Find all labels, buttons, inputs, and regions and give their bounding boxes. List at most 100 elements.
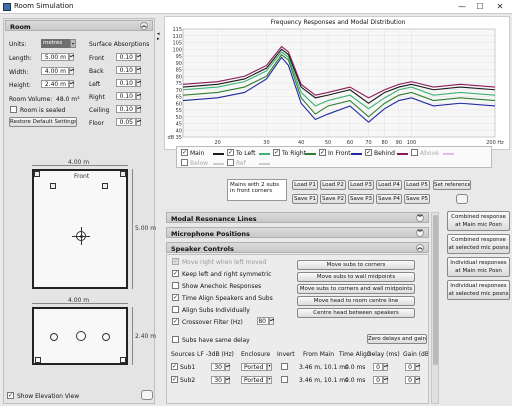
legend-checkbox-2[interactable]: ✓ bbox=[273, 149, 280, 156]
sub2-elev-marker[interactable] bbox=[120, 357, 126, 363]
length-spinner[interactable]: ▴▾ bbox=[69, 53, 74, 61]
speaker-controls-section-header[interactable]: Speaker Controls ︽ bbox=[166, 242, 429, 253]
chevron-down-icon[interactable]: ▾ bbox=[267, 363, 272, 371]
move-button-0[interactable]: Move subs to corners bbox=[297, 260, 415, 270]
maximize-button[interactable]: ☐ bbox=[474, 1, 486, 12]
response-button-1[interactable]: Combined response at selected mic posns bbox=[447, 234, 510, 254]
height-field[interactable]: 2.40 m bbox=[41, 80, 69, 88]
invert-checkbox-1[interactable] bbox=[281, 376, 288, 383]
gain-field-0[interactable]: 0 bbox=[405, 363, 415, 371]
width-field[interactable]: 4.00 m bbox=[41, 67, 69, 75]
lf-field-1[interactable]: 30 bbox=[211, 376, 225, 384]
legend-checkbox-7[interactable] bbox=[227, 159, 234, 166]
close-button[interactable]: ✕ bbox=[494, 1, 506, 12]
listener-elev-marker[interactable] bbox=[76, 331, 86, 341]
vertical-scrollbar[interactable] bbox=[431, 212, 439, 404]
legend-checkbox-6[interactable] bbox=[181, 159, 188, 166]
crossover-checkbox[interactable]: ✓ bbox=[172, 318, 179, 325]
chevron-down-icon[interactable]: ▾ bbox=[267, 376, 272, 384]
lf-spinner-1[interactable]: ▴▾ bbox=[225, 376, 230, 384]
move-button-1[interactable]: Move subs to wall midpoints bbox=[297, 272, 415, 282]
set-reference-button[interactable]: Set reference bbox=[433, 180, 471, 190]
delay-spinner-0[interactable]: ▴▾ bbox=[383, 363, 388, 371]
gain-spinner-0[interactable]: ▴▾ bbox=[415, 363, 420, 371]
room-section-header[interactable]: Room ︽ bbox=[5, 20, 153, 31]
surface-spinner-5[interactable]: ▴▾ bbox=[136, 118, 141, 126]
gain-field-1[interactable]: 0 bbox=[405, 376, 415, 384]
crossover-field[interactable]: 80 bbox=[257, 317, 269, 325]
length-field[interactable]: 5.00 m bbox=[41, 53, 69, 61]
lf-field-0[interactable]: 30 bbox=[211, 363, 225, 371]
load-preset-button-2[interactable]: Load P2 bbox=[320, 180, 346, 190]
legend-checkbox-5[interactable] bbox=[411, 149, 418, 156]
save-preset-button-3[interactable]: Save P3 bbox=[348, 194, 374, 204]
delay-field-0[interactable]: 0 bbox=[373, 363, 383, 371]
chevron-up-icon[interactable]: ︽ bbox=[140, 22, 148, 30]
save-preset-button-4[interactable]: Save P4 bbox=[376, 194, 402, 204]
restore-defaults-button[interactable]: Restore Default Settings bbox=[9, 117, 77, 127]
save-preset-button-1[interactable]: Save P1 bbox=[292, 194, 318, 204]
room-sealed-checkbox[interactable] bbox=[10, 106, 17, 113]
surface-field-5[interactable]: 0.05 bbox=[116, 118, 136, 126]
scrollbar-thumb[interactable] bbox=[433, 215, 438, 365]
source-checkbox-1[interactable]: ✓ bbox=[171, 376, 178, 383]
zero-delays-button[interactable]: Zero delays and gains bbox=[367, 334, 427, 344]
response-button-2[interactable]: Individual responses at Main mic Posn bbox=[447, 257, 510, 277]
invert-checkbox-0[interactable] bbox=[281, 363, 288, 370]
sub1-elev-marker[interactable] bbox=[35, 357, 41, 363]
crossover-spinner[interactable]: ▴▾ bbox=[269, 317, 274, 325]
load-preset-button-1[interactable]: Load P1 bbox=[292, 180, 318, 190]
chevron-up-icon[interactable]: ︽ bbox=[416, 244, 424, 252]
load-preset-button-3[interactable]: Load P3 bbox=[348, 180, 374, 190]
surface-field-1[interactable]: 0.10 bbox=[116, 66, 136, 74]
left-speaker-elev-marker[interactable] bbox=[50, 333, 58, 341]
chevron-down-icon[interactable]: ︾ bbox=[416, 229, 424, 237]
time-align-checkbox[interactable]: ✓ bbox=[172, 294, 179, 301]
anechoic-checkbox[interactable] bbox=[172, 282, 179, 289]
mic-positions-section-header[interactable]: Microphone Positions ︾ bbox=[166, 227, 429, 238]
surface-spinner-1[interactable]: ▴▾ bbox=[136, 66, 141, 74]
sub1-marker[interactable] bbox=[34, 171, 40, 177]
show-elevation-checkbox[interactable]: ✓ bbox=[7, 392, 14, 399]
surface-field-0[interactable]: 0.10 bbox=[116, 53, 136, 61]
width-spinner[interactable]: ▴▾ bbox=[69, 67, 74, 75]
same-delay-checkbox[interactable] bbox=[172, 336, 179, 343]
align-subs-checkbox[interactable] bbox=[172, 306, 179, 313]
delay-spinner-1[interactable]: ▴▾ bbox=[383, 376, 388, 384]
surface-spinner-4[interactable]: ▴▾ bbox=[136, 105, 141, 113]
load-preset-button-5[interactable]: Load P5 bbox=[404, 180, 430, 190]
minimize-button[interactable]: — bbox=[456, 1, 468, 12]
keep-symmetric-checkbox[interactable]: ✓ bbox=[172, 270, 179, 277]
enclosure-select-1[interactable]: Ported bbox=[241, 376, 267, 384]
preset-description-field[interactable]: Mains with 2 subs in front corners bbox=[227, 179, 287, 201]
surface-spinner-2[interactable]: ▴▾ bbox=[136, 79, 141, 87]
save-preset-button-5[interactable]: Save P5 bbox=[404, 194, 430, 204]
legend-checkbox-4[interactable]: ✓ bbox=[365, 149, 372, 156]
response-button-0[interactable]: Combined response at Main mic Posn bbox=[447, 211, 510, 231]
chart-camera-icon[interactable] bbox=[456, 194, 468, 204]
load-preset-button-4[interactable]: Load P4 bbox=[376, 180, 402, 190]
splitter-arrows-icon[interactable]: ◂ ▸ bbox=[157, 32, 162, 42]
left-speaker-marker[interactable] bbox=[50, 183, 56, 189]
save-preset-button-2[interactable]: Save P2 bbox=[320, 194, 346, 204]
surface-field-4[interactable]: 0.10 bbox=[116, 105, 136, 113]
legend-checkbox-3[interactable]: ✓ bbox=[319, 149, 326, 156]
height-spinner[interactable]: ▴▾ bbox=[69, 80, 74, 88]
legend-checkbox-1[interactable]: ✓ bbox=[227, 149, 234, 156]
surface-field-3[interactable]: 0.10 bbox=[116, 92, 136, 100]
room-plan-view[interactable]: Front bbox=[32, 169, 128, 289]
enclosure-select-0[interactable]: Ported bbox=[241, 363, 267, 371]
right-speaker-elev-marker[interactable] bbox=[102, 333, 110, 341]
right-speaker-marker[interactable] bbox=[102, 183, 108, 189]
surface-spinner-0[interactable]: ▴▾ bbox=[136, 53, 141, 61]
chevron-down-icon[interactable]: ▾ bbox=[70, 39, 76, 48]
sub2-marker[interactable] bbox=[120, 171, 126, 177]
delay-field-1[interactable]: 0 bbox=[373, 376, 383, 384]
gain-spinner-1[interactable]: ▴▾ bbox=[415, 376, 420, 384]
response-button-3[interactable]: Individual responses at selected mic pos… bbox=[447, 280, 510, 300]
modal-resonance-section-header[interactable]: Modal Resonance Lines ︾ bbox=[166, 212, 429, 223]
surface-spinner-3[interactable]: ▴▾ bbox=[136, 92, 141, 100]
move-button-3[interactable]: Move head to room centre line bbox=[297, 296, 415, 306]
source-checkbox-0[interactable]: ✓ bbox=[171, 363, 178, 370]
surface-field-2[interactable]: 0.10 bbox=[116, 79, 136, 87]
